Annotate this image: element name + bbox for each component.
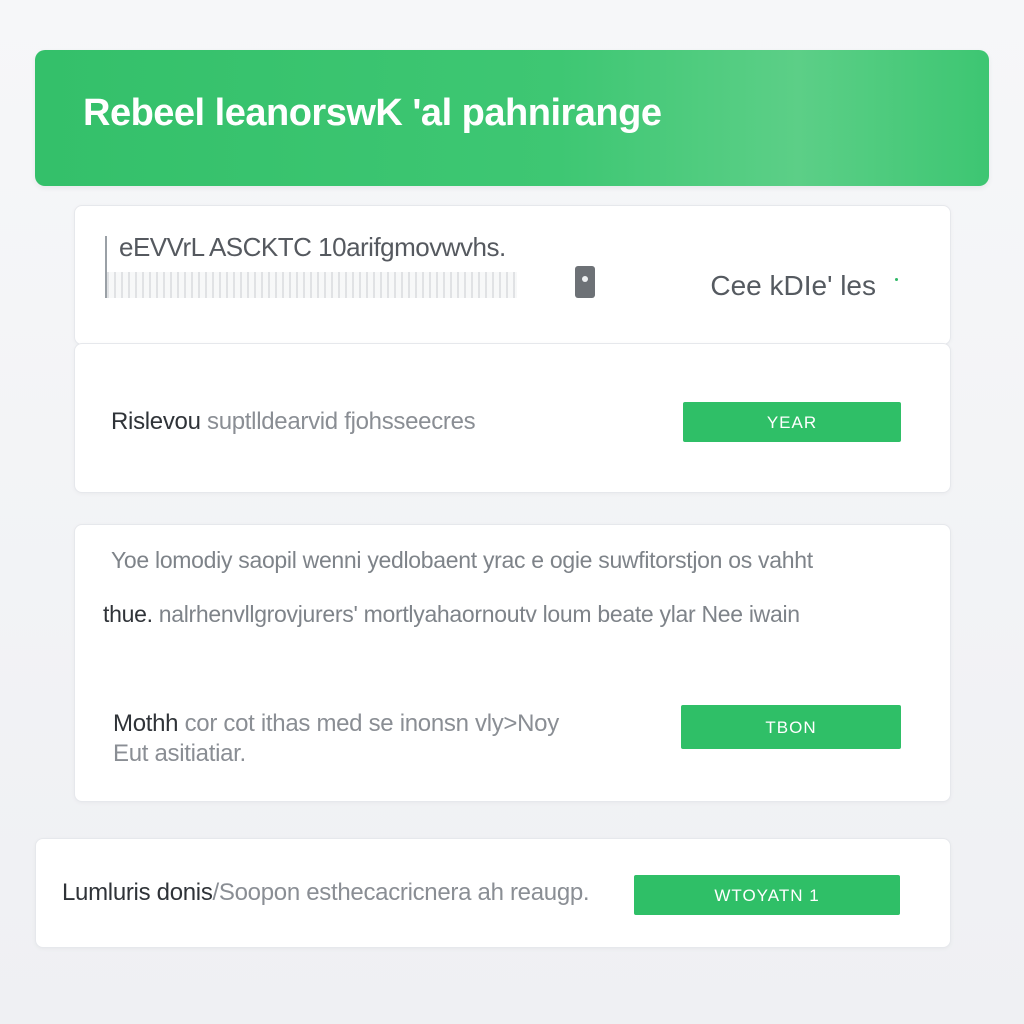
wtoyatn-button[interactable]: WTOYATN 1 <box>634 875 900 915</box>
row-label-text: /Soopon esthecacricnera ah reaugp. <box>212 879 590 906</box>
row-label: Lumluris donis/Soopon esthecacricnera ah… <box>62 879 590 907</box>
list-item: Lumluris donis/Soopon esthecacricnera ah… <box>35 838 951 948</box>
row-label: Rislevou suptlldearvid fjohsseecres <box>111 408 476 436</box>
page-title: Rebeel leanorswK 'al pahnirange <box>83 92 662 134</box>
year-button[interactable]: YEAR <box>683 402 901 442</box>
list-item: Rislevou suptlldearvid fjohsseecres YEAR <box>74 343 951 493</box>
description-bold: thue. <box>103 601 153 627</box>
tbon-button[interactable]: TBON <box>681 705 901 749</box>
row-label-bold: Lumluris donis <box>62 879 213 906</box>
row-label-text-2: Eut asitiatiar. <box>113 740 246 767</box>
description-text: Yoe lomodiy saopil wenni yedlobaent yrac… <box>111 547 813 573</box>
search-placeholder-lines <box>107 272 517 298</box>
description-text: thue. nalrhenvllgrovjurers' mortlyahaorn… <box>103 601 800 628</box>
row-label: Mothh cor cot ithas med se inonsn vly>No… <box>113 709 559 769</box>
header-banner: Rebeel leanorswK 'al pahnirange <box>35 50 989 186</box>
search-input[interactable]: eEVVrL ASCKTC 10arifgmovwvhs. <box>119 232 506 263</box>
row-label-text: cor cot ithas med se inonsn vly>Noy <box>178 710 560 737</box>
status-dot <box>895 278 898 281</box>
row-label-text: suptlldearvid fjohsseecres <box>200 408 476 435</box>
page: Rebeel leanorswK 'al pahnirange eEVVrL A… <box>0 0 1024 1024</box>
list-item: Yoe lomodiy saopil wenni yedlobaent yrac… <box>74 524 951 802</box>
side-link[interactable]: Cee kDIe' les <box>710 270 876 302</box>
row-label-bold: Rislevou <box>111 408 201 435</box>
lock-icon <box>575 266 595 298</box>
search-card: eEVVrL ASCKTC 10arifgmovwvhs. Cee kDIe' … <box>74 205 951 345</box>
row-label-bold: Mothh <box>113 710 179 737</box>
description-rest: nalrhenvllgrovjurers' mortlyahaornoutv l… <box>152 601 800 627</box>
